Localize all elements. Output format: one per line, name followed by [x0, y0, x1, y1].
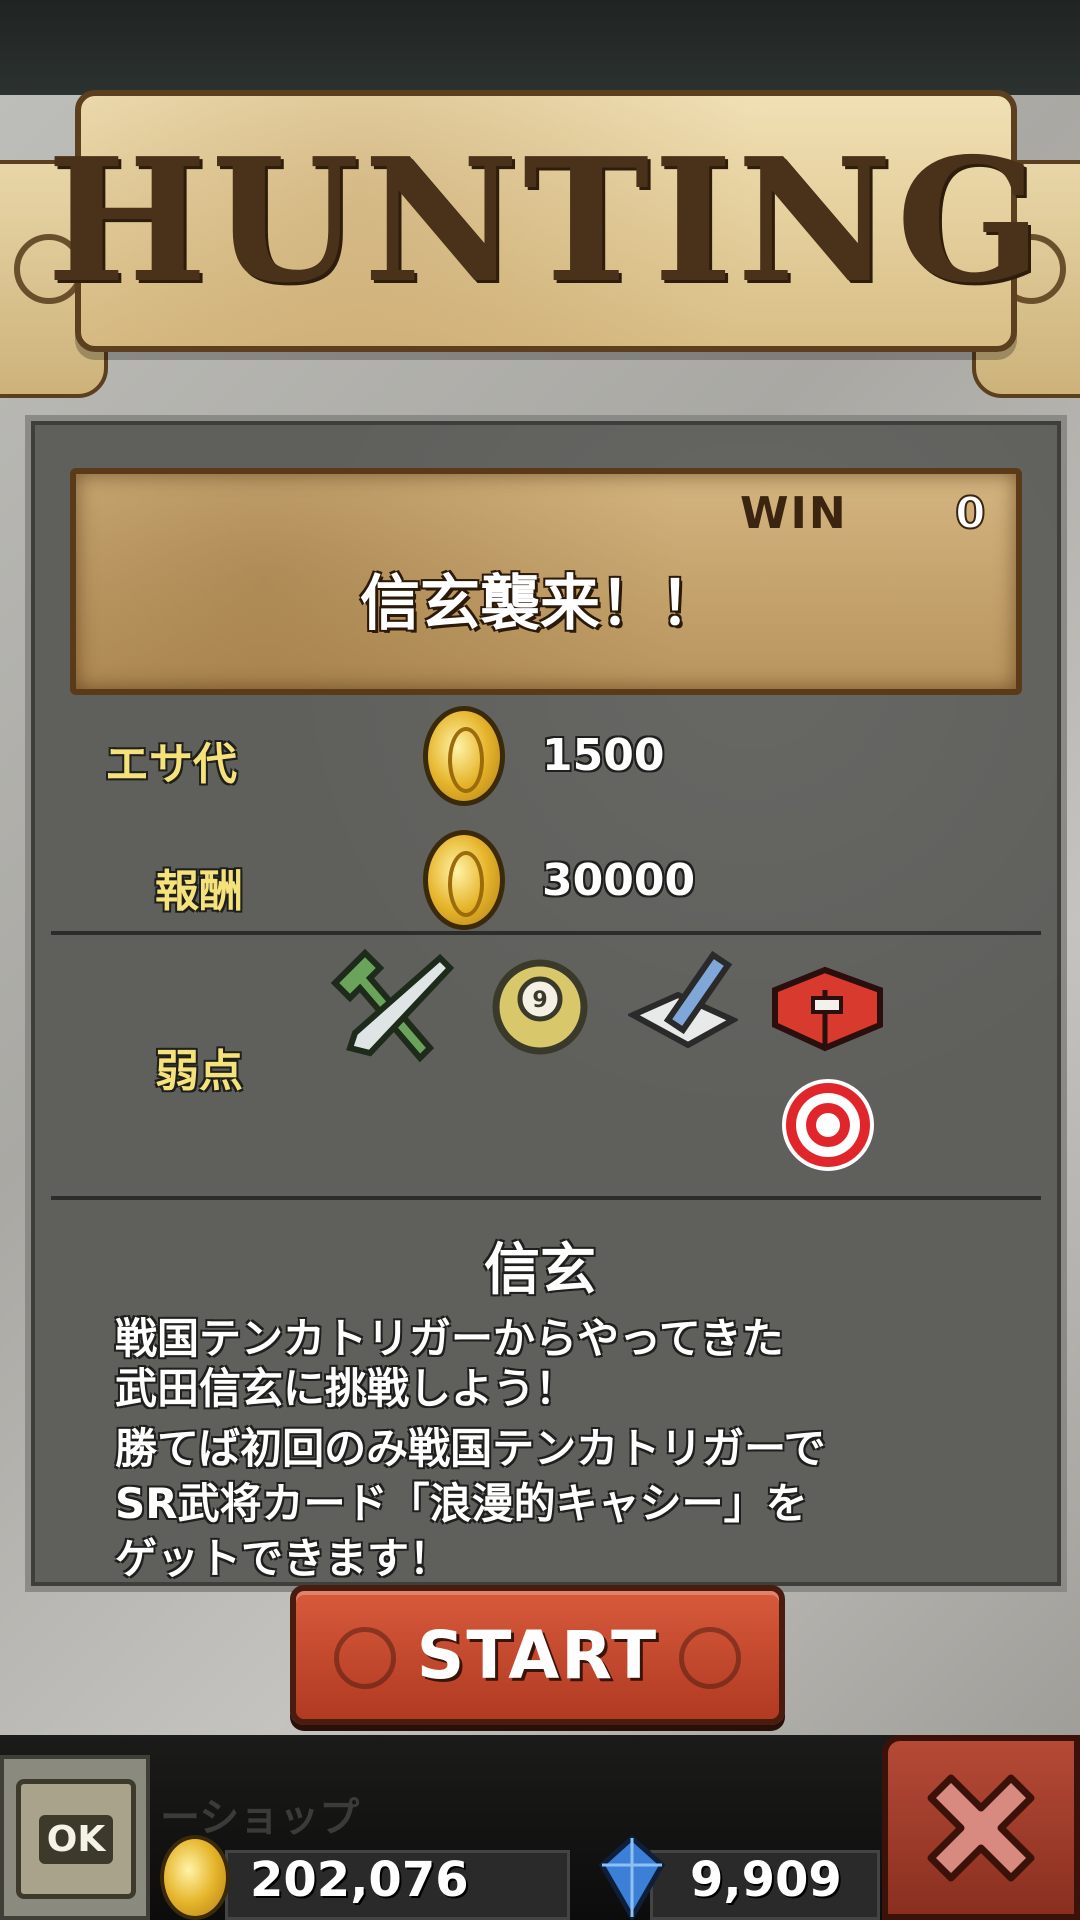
cost-label: エサ代 — [105, 739, 237, 790]
skull-emblem-icon — [334, 1627, 396, 1689]
close-icon — [927, 1774, 1035, 1881]
reward-label: 報酬 — [155, 866, 243, 917]
description-line: 戦国テンカトリガーからやってきた — [115, 1314, 784, 1363]
gem-amount: 9,909 — [690, 1852, 842, 1908]
target-icon — [782, 1079, 874, 1171]
blue-gem-icon — [598, 1835, 666, 1920]
description-line: SR武将カード「浪漫的キャシー」を — [115, 1479, 808, 1528]
ok-button[interactable]: OK — [0, 1755, 150, 1920]
boss-name: 信玄 — [484, 1238, 596, 1303]
description-line: 勝てば初回のみ戦国テンカトリガーで — [115, 1424, 826, 1473]
start-button-label: START — [416, 1616, 659, 1694]
book-pen-icon — [628, 950, 738, 1049]
description-line: 武田信玄に挑戦しよう！ — [115, 1364, 578, 1413]
skull-emblem-icon — [679, 1627, 741, 1689]
quest-title: 信玄襲来！！ — [360, 569, 720, 639]
description-line: ゲットできます！ — [115, 1534, 452, 1583]
cost-value: 1500 — [542, 730, 665, 781]
ok-icon: OK — [16, 1779, 136, 1899]
weakness-label: 弱点 — [155, 1046, 243, 1097]
win-count: 0 — [954, 487, 987, 540]
ok-label: OK — [38, 1814, 114, 1864]
billiard-ball-icon: 9 — [492, 959, 588, 1055]
fork-knife-icon — [330, 948, 455, 1063]
svg-text:9: 9 — [532, 988, 547, 1013]
page-title: HUNTING — [46, 121, 1046, 321]
title-banner: HUNTING — [47, 90, 1041, 352]
gold-amount: 202,076 — [250, 1852, 469, 1908]
coin-icon — [423, 830, 505, 930]
reward-value: 30000 — [542, 855, 696, 906]
gift-box-icon — [772, 966, 883, 1052]
win-label: WIN — [740, 488, 848, 539]
start-button[interactable]: START — [290, 1585, 785, 1725]
gold-coin-icon — [160, 1835, 230, 1920]
divider — [51, 1196, 1041, 1200]
coin-icon — [423, 706, 505, 806]
close-button[interactable] — [882, 1735, 1080, 1920]
divider — [51, 931, 1041, 935]
